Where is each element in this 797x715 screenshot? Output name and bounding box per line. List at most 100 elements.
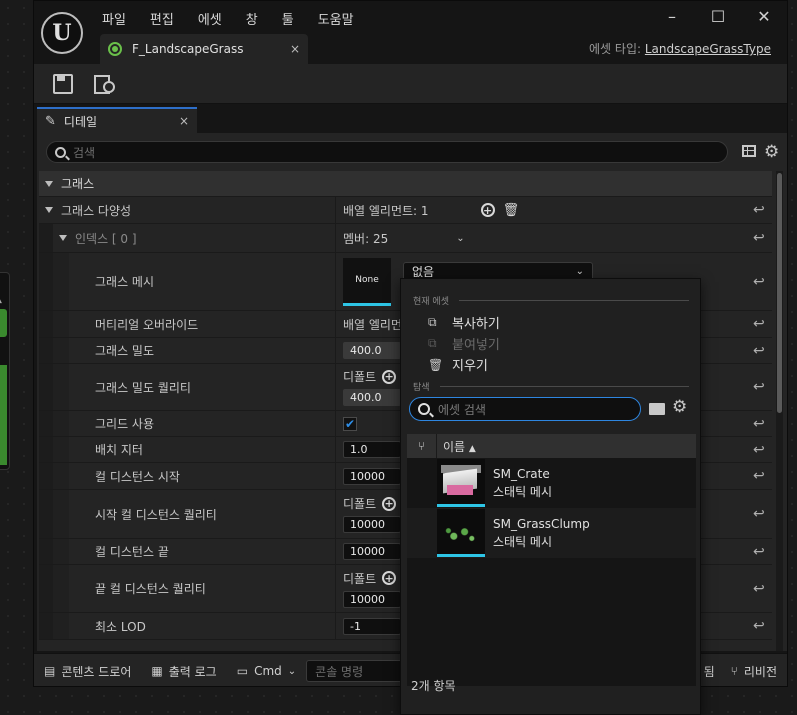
asset-name: SM_GrassClump: [493, 516, 590, 531]
content-drawer-label: 콘텐츠 드로어: [61, 664, 132, 679]
jitter-input[interactable]: 1.0: [343, 441, 401, 458]
asset-row[interactable]: SM_GrassClump 스태틱 메시: [407, 508, 696, 558]
reset-icon[interactable]: ↩: [753, 539, 765, 564]
search-placeholder: 검색: [73, 145, 96, 160]
reset-icon[interactable]: ↩: [753, 253, 765, 310]
add-override-icon[interactable]: +: [382, 369, 397, 384]
add-override-icon[interactable]: +: [382, 496, 397, 511]
chevron-down-icon: ⌄: [287, 665, 297, 677]
branch-icon[interactable]: ⑂: [407, 434, 437, 458]
copy-menu-item[interactable]: ⧉ 복사하기: [428, 313, 500, 332]
default-label: 디폴트: [343, 571, 377, 586]
view-options-gear-icon[interactable]: ⚙: [672, 397, 687, 417]
menu-tools[interactable]: 툴: [282, 9, 294, 28]
chevron-down-icon: ⌄: [575, 266, 584, 277]
document-tab-label: F_LandscapeGrass: [132, 42, 244, 56]
density-quality-input[interactable]: 400.0: [343, 389, 401, 406]
reset-icon[interactable]: ↩: [753, 224, 765, 252]
row-name: 인덱스 [ 0 ]: [75, 231, 137, 246]
search-icon: [418, 403, 430, 415]
cull-start-input[interactable]: 10000: [343, 467, 401, 485]
output-log-button[interactable]: ▦ 출력 로그: [141, 654, 226, 686]
node-body: [0, 365, 7, 465]
asset-name: SM_Crate: [493, 466, 550, 481]
cmd-dropdown[interactable]: ▭ Cmd ⌄: [227, 654, 306, 686]
reset-icon[interactable]: ↩: [753, 613, 765, 639]
asset-row[interactable]: SM_Crate 스태틱 메시: [407, 458, 696, 508]
menu-window[interactable]: 창: [246, 9, 258, 28]
folder-icon: ▤: [44, 664, 56, 678]
row-name: 그래스 메시: [95, 275, 155, 289]
trash-icon[interactable]: 🗑: [503, 203, 520, 218]
node-pin: [0, 309, 7, 337]
details-tab[interactable]: ✎ 디테일 ×: [37, 107, 197, 133]
reset-icon[interactable]: ↩: [753, 565, 765, 612]
density-input[interactable]: 400.0: [343, 342, 401, 359]
property-matrix-icon[interactable]: [742, 145, 756, 157]
reset-icon[interactable]: ↩: [753, 411, 765, 436]
reset-icon[interactable]: ↩: [753, 311, 765, 337]
use-grid-checkbox[interactable]: ✔: [343, 416, 357, 431]
details-tab-label: 디테일: [63, 114, 98, 129]
cull-end-input[interactable]: 10000: [343, 543, 401, 560]
chevron-down-icon[interactable]: ⌄: [456, 233, 464, 244]
save-icon[interactable]: [52, 73, 73, 94]
menu-asset[interactable]: 에셋: [198, 9, 222, 28]
add-override-icon[interactable]: +: [382, 571, 397, 585]
header-label: 현재 에셋: [413, 297, 449, 307]
menu-help[interactable]: 도움말: [318, 9, 354, 28]
close-details-tab-icon[interactable]: ×: [179, 114, 189, 128]
source-control-label: 됨: [703, 664, 715, 679]
item-count: 2개 항목: [411, 679, 456, 693]
add-element-icon[interactable]: +: [480, 203, 495, 217]
row-name: 그래스 다양성: [61, 203, 132, 218]
close-window-icon[interactable]: ✕: [741, 7, 787, 26]
row-name: 머티리얼 오버라이드: [95, 317, 199, 332]
clear-menu-item[interactable]: 🗑 지우기: [428, 355, 488, 375]
output-log-label: 출력 로그: [168, 664, 217, 679]
reset-icon[interactable]: ↩: [753, 338, 765, 363]
reset-icon[interactable]: ↩: [753, 197, 765, 223]
scrollbar-thumb[interactable]: [777, 173, 782, 413]
name-column-header[interactable]: 이름 ▲: [437, 438, 476, 455]
row-name: 시작 컬 디스턴스 퀄리티: [95, 507, 217, 522]
details-scrollbar[interactable]: [776, 171, 783, 651]
paste-icon: ⧉: [428, 336, 437, 350]
browse-to-asset-icon[interactable]: [94, 73, 115, 94]
expand-arrow-icon[interactable]: [45, 207, 53, 213]
document-tab[interactable]: F_LandscapeGrass ×: [100, 34, 308, 64]
clear-label: 지우기: [452, 359, 488, 374]
expand-arrow-icon[interactable]: [45, 180, 53, 187]
close-tab-icon[interactable]: ×: [290, 42, 300, 56]
trash-icon: 🗑: [428, 357, 444, 372]
expand-arrow-icon[interactable]: [59, 235, 67, 241]
min-lod-input[interactable]: -1: [343, 617, 401, 635]
current-asset-header: 현재 에셋: [413, 294, 689, 307]
revision-control-button[interactable]: ⑂ 리비전: [721, 654, 787, 686]
reset-icon[interactable]: ↩: [753, 364, 765, 410]
log-icon: ▦: [151, 664, 163, 678]
paste-label: 붙여넣기: [452, 338, 500, 353]
asset-picker-dropdown: 현재 에셋 ⧉ 복사하기 ⧉ 붙여넣기 🗑 지우기 탐색 에셋 검색 ⚙ ⑂ 이름 ▲…: [400, 278, 701, 715]
row-name: 그래스 밀도: [95, 344, 155, 358]
row-index-0: 인덱스 [ 0 ] 멤버: 25 ⌄ ↩: [39, 224, 772, 253]
category-grass[interactable]: 그래스: [39, 171, 772, 197]
mesh-thumbnail[interactable]: None: [343, 257, 391, 306]
asset-type-link[interactable]: LandscapeGrassType: [645, 42, 771, 56]
content-drawer-button[interactable]: ▤ 콘텐츠 드로어: [34, 654, 141, 686]
settings-gear-icon[interactable]: ⚙: [764, 142, 779, 162]
reset-icon[interactable]: ↩: [753, 463, 765, 489]
cull-start-quality-input[interactable]: 10000: [343, 516, 401, 533]
reset-icon[interactable]: ↩: [753, 490, 765, 538]
maximize-icon[interactable]: ☐: [695, 7, 741, 26]
reset-icon[interactable]: ↩: [753, 437, 765, 462]
details-search-input[interactable]: 검색: [46, 141, 728, 163]
cull-end-quality-input[interactable]: 10000: [343, 590, 401, 608]
asset-search-input[interactable]: 에셋 검색: [409, 397, 641, 421]
browse-header: 탐색: [413, 380, 689, 393]
menu-edit[interactable]: 편집: [150, 9, 174, 28]
minimize-icon[interactable]: –: [649, 7, 695, 26]
paste-menu-item[interactable]: ⧉ 붙여넣기: [428, 334, 500, 353]
folder-view-icon[interactable]: [649, 403, 665, 415]
menu-file[interactable]: 파일: [102, 9, 126, 28]
